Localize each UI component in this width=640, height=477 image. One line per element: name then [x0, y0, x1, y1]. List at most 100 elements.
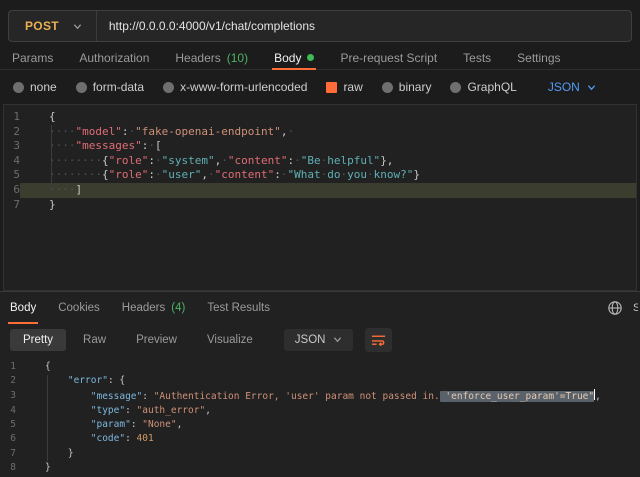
code-line[interactable]: 7 } [0, 447, 640, 461]
body-type-bar: none form-data x-www-form-urlencoded raw bin… [0, 70, 640, 104]
whitespace-dots: · [155, 154, 162, 167]
body-type-graphql[interactable]: GraphQL [450, 80, 516, 94]
token: : [148, 168, 155, 181]
code-line[interactable]: 6 "code": 401 [0, 432, 640, 446]
line-number: 5 [4, 168, 20, 183]
view-raw[interactable]: Raw [70, 329, 119, 351]
body-language-select[interactable]: JSON [548, 80, 596, 94]
method-label: POST [25, 19, 59, 33]
word-wrap-icon [371, 333, 386, 347]
word-wrap-button[interactable] [365, 328, 392, 352]
response-tab-headers[interactable]: Headers(4) [122, 292, 186, 323]
code-line[interactable]: 1{ [0, 360, 640, 374]
radio-icon [326, 82, 337, 93]
code-line[interactable]: 4········{"role":·"system",·"content":·"… [4, 154, 636, 169]
response-body-viewer[interactable]: 1{2 "error": {3 "message": "Authenticati… [0, 356, 640, 477]
token [45, 375, 68, 386]
line-number: 1 [4, 110, 20, 125]
token: , [177, 419, 183, 430]
response-tab-count: (4) [171, 302, 185, 314]
code-text: ········{"role":·"system",·"content":·"B… [20, 154, 636, 169]
code-line[interactable]: 7} [4, 198, 636, 213]
active-tab-underline [272, 68, 316, 70]
token: ] [76, 183, 83, 196]
response-tab-body[interactable]: Body [10, 292, 36, 323]
line-number: 5 [0, 418, 16, 432]
whitespace-dots: ···· [49, 125, 76, 138]
tab-params[interactable]: Params [12, 46, 53, 69]
token: helpful" [327, 154, 380, 167]
token: } [68, 448, 74, 459]
token: } [413, 168, 420, 181]
tab-settings[interactable]: Settings [517, 46, 560, 69]
token: "error" [68, 375, 108, 386]
code-line[interactable]: 2····"model":·"fake-openai-endpoint",· [4, 125, 636, 140]
method-selector[interactable]: POST [9, 19, 96, 33]
token: }, [380, 154, 393, 167]
chevron-down-icon [587, 83, 596, 92]
token: , [201, 168, 208, 181]
tab-body[interactable]: Body [274, 46, 314, 69]
token: know?" [374, 168, 414, 181]
code-line[interactable]: 3 "message": "Authentication Error, 'use… [0, 389, 640, 404]
whitespace-dots: · [208, 168, 215, 181]
unsaved-changes-dot [307, 54, 314, 61]
token: : [125, 433, 136, 444]
line-number: 1 [0, 360, 16, 374]
request-url-row: POST http://0.0.0.0:4000/v1/chat/complet… [0, 0, 640, 46]
tab-tests[interactable]: Tests [463, 46, 491, 69]
code-line[interactable]: 6····] [4, 183, 636, 198]
token: { [49, 110, 56, 123]
code-text: ····"messages":·[ [20, 139, 636, 154]
body-type-form-data[interactable]: form-data [76, 80, 144, 94]
radio-icon [382, 82, 393, 93]
view-pretty[interactable]: Pretty [10, 329, 66, 351]
whitespace-dots: · [221, 154, 228, 167]
code-text: { [16, 360, 640, 374]
token: 401 [137, 433, 154, 444]
token [45, 433, 91, 444]
line-number: 2 [4, 125, 20, 140]
whitespace-dots: ········ [49, 154, 102, 167]
token: "role" [109, 154, 149, 167]
code-text: ····"model":·"fake-openai-endpoint",· [20, 125, 636, 140]
response-tab-cookies[interactable]: Cookies [58, 292, 100, 323]
body-type-raw[interactable]: raw [326, 80, 362, 94]
token: "Be [301, 154, 321, 167]
whitespace-dots: ········ [49, 168, 102, 181]
line-number: 3 [0, 389, 16, 404]
url-bar: POST http://0.0.0.0:4000/v1/chat/complet… [8, 10, 632, 42]
code-line[interactable]: 1{ [4, 110, 636, 125]
code-line[interactable]: 5 "param": "None", [0, 418, 640, 432]
response-toolbar: PrettyRawPreviewVisualize JSON [0, 323, 640, 356]
response-language-select[interactable]: JSON [284, 329, 354, 351]
request-body-editor[interactable]: 1{2····"model":·"fake-openai-endpoint",·… [3, 104, 637, 291]
body-type-x-www-form-urlencoded[interactable]: x-www-form-urlencoded [163, 80, 307, 94]
line-number: 3 [4, 139, 20, 154]
token: "role" [109, 168, 149, 181]
token: : [274, 168, 281, 181]
code-line[interactable]: 4 "type": "auth_error", [0, 404, 640, 418]
token: "auth_error" [137, 405, 206, 416]
body-type-label: GraphQL [467, 80, 516, 94]
code-line[interactable]: 8} [0, 461, 640, 475]
whitespace-dots: ···· [49, 139, 76, 152]
code-line[interactable]: 5········{"role":·"user",·"content":·"Wh… [4, 168, 636, 183]
radio-icon [163, 82, 174, 93]
url-input[interactable]: http://0.0.0.0:4000/v1/chat/completions [97, 19, 327, 33]
body-type-label: form-data [93, 80, 144, 94]
code-line[interactable]: 3····"messages":·[ [4, 139, 636, 154]
globe-icon[interactable] [607, 300, 623, 316]
token: : [142, 391, 153, 402]
tab-authorization[interactable]: Authorization [79, 46, 149, 69]
code-line[interactable]: 2 "error": { [0, 374, 640, 388]
body-type-binary[interactable]: binary [382, 80, 432, 94]
body-type-none[interactable]: none [13, 80, 57, 94]
response-tab-test-results[interactable]: Test Results [207, 292, 270, 323]
view-visualize[interactable]: Visualize [194, 329, 266, 351]
tab-pre-request-script[interactable]: Pre-request Script [340, 46, 437, 69]
token: do [327, 168, 340, 181]
tab-headers[interactable]: Headers(10) [175, 46, 248, 69]
view-preview[interactable]: Preview [123, 329, 190, 351]
chevron-down-icon [333, 335, 342, 344]
